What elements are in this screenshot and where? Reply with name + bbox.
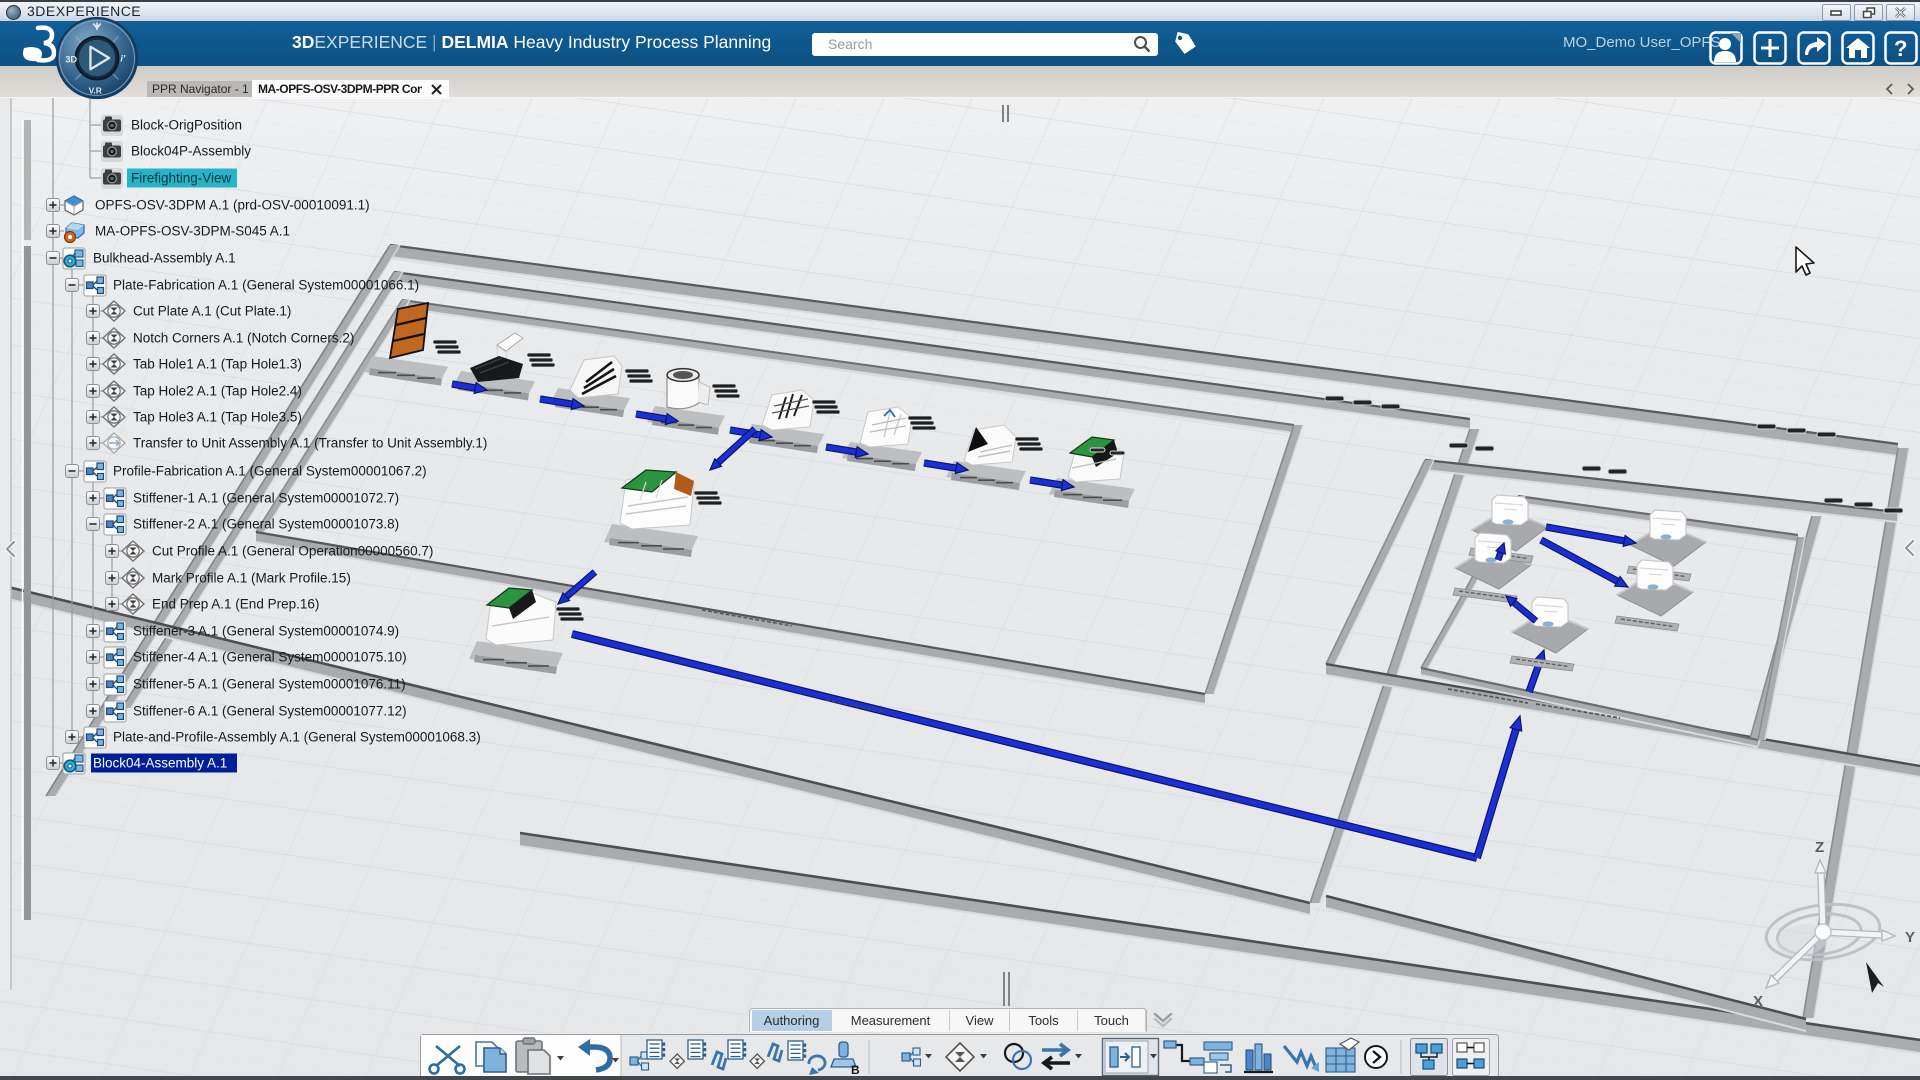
svg-text:Stiffener-2 A.1 (General Syste: Stiffener-2 A.1 (General System00001073.…	[133, 517, 399, 532]
svg-text:Notch Corners A.1 (Notch Corne: Notch Corners A.1 (Notch Corners.2)	[133, 331, 354, 346]
svg-text:Tab Hole1 A.1 (Tap Hole1.3): Tab Hole1 A.1 (Tap Hole1.3)	[133, 357, 302, 372]
svg-text:OPFS-OSV-3DPM A.1 (prd-OSV-000: OPFS-OSV-3DPM A.1 (prd-OSV-00010091.1)	[95, 198, 370, 213]
svg-text:X: X	[1753, 993, 1763, 1010]
svg-text:Plate-and-Profile-Assembly A.1: Plate-and-Profile-Assembly A.1 (General …	[113, 730, 481, 745]
svg-text:Stiffener-6 A.1 (General Syste: Stiffener-6 A.1 (General System00001077.…	[133, 704, 407, 719]
svg-text:MA-OPFS-OSV-3DPM-S045 A.1: MA-OPFS-OSV-3DPM-S045 A.1	[95, 224, 290, 239]
svg-text:Tap Hole2 A.1 (Tap Hole2.4): Tap Hole2 A.1 (Tap Hole2.4)	[133, 384, 302, 399]
svg-text:Mark Profile A.1 (Mark Profile: Mark Profile A.1 (Mark Profile.15)	[152, 571, 351, 586]
svg-text:Firefighting-View: Firefighting-View	[131, 171, 232, 186]
svg-text:Y: Y	[1905, 929, 1915, 946]
svg-text:Bulkhead-Assembly A.1: Bulkhead-Assembly A.1	[93, 251, 236, 266]
svg-text:Z: Z	[1815, 839, 1824, 856]
svg-text:Stiffener-5 A.1 (General Syste: Stiffener-5 A.1 (General System00001076.…	[133, 677, 406, 692]
svg-text:Stiffener-3 A.1 (General Syste: Stiffener-3 A.1 (General System00001074.…	[133, 624, 399, 639]
svg-text:End Prep A.1 (End Prep.16): End Prep A.1 (End Prep.16)	[152, 597, 319, 612]
svg-text:Block04-Assembly A.1: Block04-Assembly A.1	[93, 756, 227, 771]
svg-text:Block04P-Assembly: Block04P-Assembly	[131, 144, 251, 159]
svg-text:Stiffener-4 A.1 (General Syste: Stiffener-4 A.1 (General System00001075.…	[133, 650, 407, 665]
svg-text:Tap Hole3 A.1 (Tap Hole3.5): Tap Hole3 A.1 (Tap Hole3.5)	[133, 410, 302, 425]
svg-text:V.R: V.R	[89, 86, 102, 96]
svg-text:Stiffener-1 A.1 (General Syste: Stiffener-1 A.1 (General System00001072.…	[133, 491, 399, 506]
svg-text:Cut Plate A.1 (Cut Plate.1): Cut Plate A.1 (Cut Plate.1)	[133, 304, 291, 319]
svg-text:Block-OrigPosition: Block-OrigPosition	[131, 118, 242, 133]
svg-text:B: B	[851, 1063, 860, 1077]
svg-text:Profile-Fabrication A.1 (Gener: Profile-Fabrication A.1 (General System0…	[113, 464, 427, 479]
svg-text:Plate-Fabrication A.1 (General: Plate-Fabrication A.1 (General System000…	[113, 278, 419, 293]
svg-text:Transfer to Unit Assembly A.1: Transfer to Unit Assembly A.1 (Transfer …	[133, 436, 487, 451]
svg-text:3D: 3D	[65, 55, 77, 65]
svg-text:?: ?	[1894, 36, 1907, 61]
svg-text:Cut Profile A.1 (General Opera: Cut Profile A.1 (General Operation000005…	[152, 544, 433, 559]
svg-text:i': i'	[120, 54, 126, 64]
